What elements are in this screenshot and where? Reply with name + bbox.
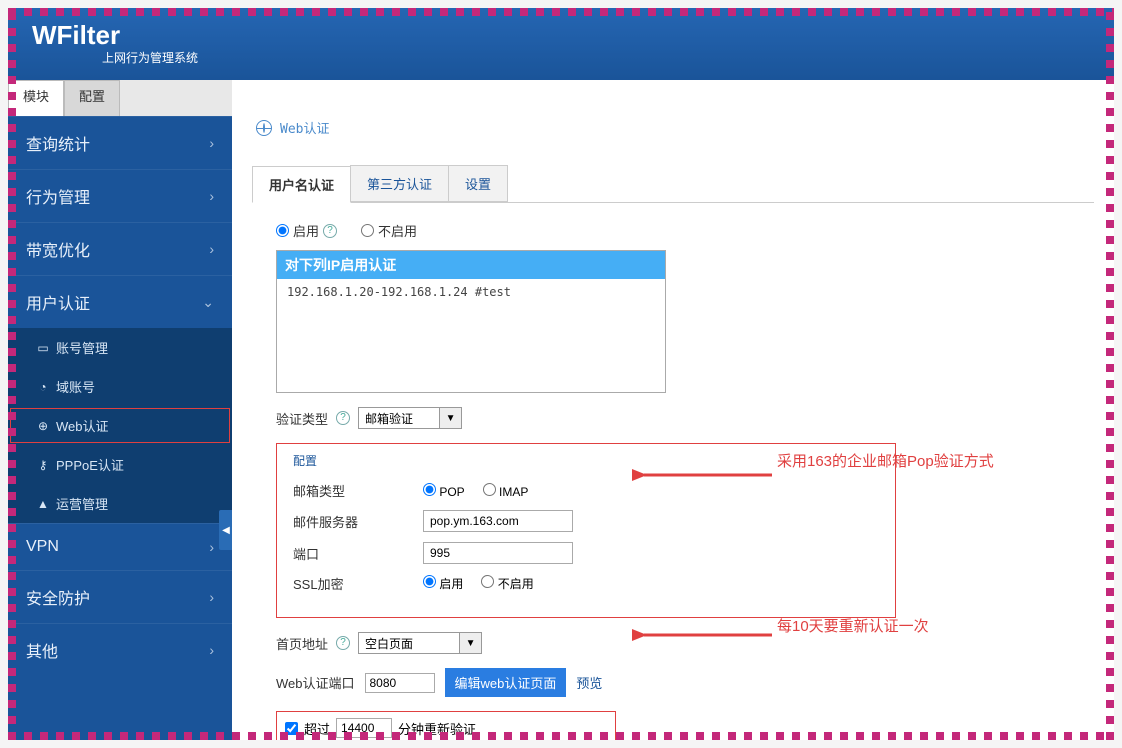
reauth-prefix: 超过 [304, 719, 330, 738]
sidebar-item-other[interactable]: 其他 › [8, 623, 232, 676]
sidebar-item-account-mgmt[interactable]: ▭ 账号管理 [8, 328, 232, 367]
sidebar-item-web-auth[interactable]: ⊕ Web认证 [8, 406, 232, 445]
id-card-icon: ▭ [36, 341, 50, 355]
sidebar-submenu-user-auth: ▭ 账号管理 ◔ 域账号 ⊕ Web认证 ⚷ PPPoE认证 ▲ 运营管理 [8, 328, 232, 523]
app-header: WFilter 上网行为管理系统 [8, 8, 1114, 80]
chevron-right-icon: › [209, 642, 214, 658]
ssl-label: SSL加密 [293, 574, 423, 593]
web-port-input[interactable] [365, 673, 435, 693]
mail-type-imap-radio[interactable] [483, 483, 496, 496]
sidebar-item-behavior[interactable]: 行为管理 › [8, 169, 232, 222]
enable-radio-label[interactable]: 启用 ? [276, 221, 337, 240]
sidebar-item-query-stats[interactable]: 查询统计 › [8, 116, 232, 169]
sidebar-item-label: 安全防护 [26, 585, 90, 609]
globe-icon: ⊕ [36, 419, 50, 433]
mail-type-label: 邮箱类型 [293, 481, 423, 500]
sidebar-item-label: VPN [26, 538, 59, 556]
home-url-value[interactable] [359, 633, 459, 653]
globe-icon [256, 120, 272, 136]
dropdown-icon[interactable]: ▼ [459, 633, 481, 653]
home-url-label: 首页地址 [276, 634, 328, 653]
mail-type-pop-label[interactable]: POP [423, 483, 465, 499]
port-label: 端口 [293, 544, 423, 563]
page-title: Web认证 [256, 118, 1094, 137]
sidebar-item-ops-mgmt[interactable]: ▲ 运营管理 [8, 484, 232, 523]
help-icon[interactable]: ? [336, 636, 350, 650]
mail-server-label: 邮件服务器 [293, 512, 423, 531]
auth-type-label: 验证类型 [276, 409, 328, 428]
home-url-select[interactable]: ▼ [358, 632, 482, 654]
tab-thirdparty-auth[interactable]: 第三方认证 [350, 165, 449, 202]
enable-text: 启用 [293, 221, 319, 240]
sidebar-item-label: 账号管理 [56, 338, 108, 357]
sidebar-top-tabs: 模块 配置 [8, 80, 232, 116]
ip-range-textarea[interactable]: 192.168.1.20-192.168.1.24 #test [277, 279, 665, 389]
disable-text: 不启用 [378, 221, 417, 240]
dropdown-icon[interactable]: ▼ [439, 408, 461, 428]
enable-radio[interactable] [276, 224, 289, 237]
sidebar-item-label: 查询统计 [26, 131, 90, 155]
config-legend: 配置 [293, 452, 879, 469]
reauth-row: 超过 分钟重新验证 [276, 711, 616, 740]
sidebar: 模块 配置 查询统计 › 行为管理 › 带宽优化 › 用户认证 ⌄ ▭ 账号管理 ◔ 域账号… [8, 80, 232, 740]
clock-icon: ◔ [36, 380, 50, 394]
ssl-enable-label[interactable]: 启用 [423, 575, 463, 592]
brand-title: WFilter [32, 20, 120, 51]
edit-web-page-button[interactable]: 编辑web认证页面 [445, 668, 567, 697]
sidebar-item-label: 运营管理 [56, 494, 108, 513]
mail-config-fieldset: 配置 邮箱类型 POP IMAP 邮件服务器 [276, 443, 896, 618]
sidebar-item-label: 行为管理 [26, 184, 90, 208]
mail-type-pop-radio[interactable] [423, 483, 436, 496]
user-icon: ▲ [36, 497, 50, 511]
brand-subtitle: 上网行为管理系统 [102, 49, 1090, 66]
sidebar-item-pppoe-auth[interactable]: ⚷ PPPoE认证 [8, 445, 232, 484]
reauth-checkbox[interactable] [285, 722, 298, 735]
sidebar-item-label: 用户认证 [26, 290, 90, 314]
disable-radio-label[interactable]: 不启用 [361, 221, 417, 240]
reauth-suffix: 分钟重新验证 [398, 719, 476, 738]
tab-username-auth[interactable]: 用户名认证 [252, 166, 351, 203]
ssl-disable-radio[interactable] [481, 575, 494, 588]
sidebar-item-label: Web认证 [56, 416, 109, 435]
content-area: Web认证 用户名认证 第三方认证 设置 启用 ? 不启用 对下列IP启用认证 … [232, 80, 1114, 740]
chevron-right-icon: › [209, 539, 214, 555]
ssl-enable-radio[interactable] [423, 575, 436, 588]
chevron-right-icon: › [209, 135, 214, 151]
ssl-disable-label[interactable]: 不启用 [481, 575, 533, 592]
web-port-label: Web认证端口 [276, 673, 355, 692]
inner-tabs: 用户名认证 第三方认证 设置 [252, 165, 1094, 203]
sidebar-item-label: 其他 [26, 638, 58, 662]
sidebar-item-bandwidth[interactable]: 带宽优化 › [8, 222, 232, 275]
sidebar-item-label: PPPoE认证 [56, 455, 124, 474]
sidebar-collapse-handle[interactable]: ◀ [219, 510, 233, 550]
tab-config[interactable]: 配置 [64, 80, 120, 116]
port-input[interactable] [423, 542, 573, 564]
key-icon: ⚷ [36, 458, 50, 472]
sidebar-item-user-auth[interactable]: 用户认证 ⌄ [8, 275, 232, 328]
page-title-text: Web认证 [280, 118, 329, 137]
tab-modules[interactable]: 模块 [8, 80, 64, 116]
auth-type-select[interactable]: ▼ [358, 407, 462, 429]
sidebar-item-vpn[interactable]: VPN › [8, 523, 232, 570]
auth-type-value[interactable] [359, 408, 439, 428]
sidebar-item-label: 带宽优化 [26, 237, 90, 261]
sidebar-item-security[interactable]: 安全防护 › [8, 570, 232, 623]
reauth-minutes-input[interactable] [336, 718, 392, 738]
ip-range-header: 对下列IP启用认证 [277, 251, 665, 279]
mail-type-imap-label[interactable]: IMAP [483, 483, 529, 499]
sidebar-item-label: 域账号 [56, 377, 95, 396]
chevron-right-icon: › [209, 241, 214, 257]
tab-settings[interactable]: 设置 [448, 165, 508, 202]
mail-server-input[interactable] [423, 510, 573, 532]
sidebar-item-domain-account[interactable]: ◔ 域账号 [8, 367, 232, 406]
chevron-right-icon: › [209, 188, 214, 204]
chevron-right-icon: › [209, 589, 214, 605]
help-icon[interactable]: ? [336, 411, 350, 425]
chevron-down-icon: ⌄ [202, 294, 214, 311]
help-icon[interactable]: ? [323, 224, 337, 238]
preview-link[interactable]: 预览 [576, 673, 602, 692]
ip-range-box: 对下列IP启用认证 192.168.1.20-192.168.1.24 #tes… [276, 250, 666, 393]
disable-radio[interactable] [361, 224, 374, 237]
